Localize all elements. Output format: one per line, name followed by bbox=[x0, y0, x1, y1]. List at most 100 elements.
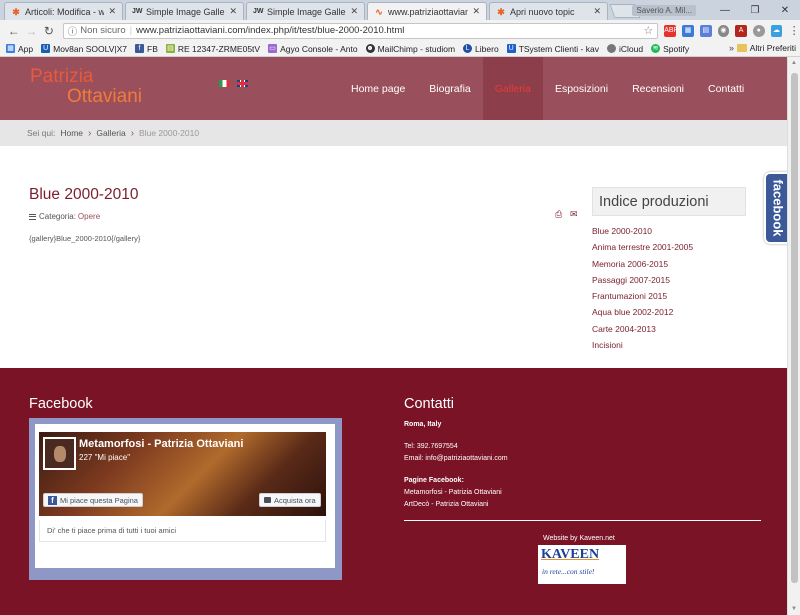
sidebar-item[interactable]: Carte 2004-2013 bbox=[592, 321, 693, 337]
close-icon[interactable]: ✕ bbox=[229, 6, 237, 17]
browser-tab-simple-gallery-2[interactable]: JW Simple Image Gallery - Jo ✕ bbox=[246, 2, 365, 20]
sidebar-item[interactable]: Passaggi 2007-2015 bbox=[592, 272, 693, 288]
close-icon[interactable]: ✕ bbox=[593, 6, 601, 17]
facebook-icon: f bbox=[48, 495, 57, 505]
sidebar-item[interactable]: Anima terrestre 2001-2005 bbox=[592, 239, 693, 255]
scroll-down-icon[interactable]: ▼ bbox=[791, 606, 797, 612]
print-icon[interactable]: ⎙ bbox=[555, 210, 564, 219]
sidebar-item[interactable]: Frantumazioni 2015 bbox=[592, 288, 693, 304]
site-header: Patrizia Ottaviani Home page Biografia G… bbox=[0, 57, 787, 120]
extension-icon[interactable]: ◉ bbox=[717, 24, 730, 37]
browser-toolbar: ← → ↻ ⓘ Non sicuro | www.patriziaottavia… bbox=[0, 20, 800, 41]
star-icon[interactable]: ☆ bbox=[643, 24, 653, 37]
website-credit[interactable]: Website by Kaveen.net bbox=[543, 535, 615, 542]
english-flag-icon[interactable] bbox=[237, 80, 248, 87]
bookmark-item[interactable]: ▤ RE 12347-ZRME05tV bbox=[165, 44, 260, 54]
reload-icon[interactable]: ↻ bbox=[41, 24, 57, 38]
extension-icon[interactable]: ▤ bbox=[699, 24, 712, 37]
bookmark-item[interactable]: L Libero bbox=[463, 44, 499, 54]
close-icon[interactable]: ✕ bbox=[472, 6, 480, 17]
facebook-tab-label: facebook bbox=[770, 179, 786, 237]
close-icon[interactable]: ✕ bbox=[350, 6, 358, 17]
divider: | bbox=[129, 25, 133, 36]
kaveen-logo[interactable]: KAVEEN in rete...con stile! bbox=[538, 545, 626, 584]
fb-page-name[interactable]: Metamorfosi - Patrizia Ottaviani bbox=[79, 438, 243, 450]
chevron-right-icon: › bbox=[130, 127, 135, 139]
scroll-up-icon[interactable]: ▲ bbox=[791, 60, 797, 66]
nav-galleria[interactable]: Galleria bbox=[482, 57, 543, 120]
scrollbar-thumb[interactable] bbox=[791, 73, 798, 583]
adblock-icon[interactable]: ABP bbox=[664, 24, 678, 37]
bookmark-item[interactable]: ▭ Agyo Console - Anto bbox=[268, 44, 358, 54]
fb-shop-label: Acquista ora bbox=[274, 495, 316, 505]
sidebar-item[interactable]: Blue 2000-2010 bbox=[592, 223, 693, 239]
bookmark-item[interactable]: U Mov8an SOOLV|X7 bbox=[41, 44, 127, 54]
pdf-icon[interactable]: A bbox=[735, 24, 747, 37]
fb-shop-button[interactable]: Acquista ora bbox=[259, 493, 321, 507]
browser-tab-patriziaottaviani[interactable]: ∿ www.patriziaottaviani.co ✕ bbox=[367, 2, 487, 20]
page-scrollbar[interactable]: ▲ ▼ bbox=[787, 57, 800, 615]
profile-name[interactable]: Saverio A. Mil... bbox=[632, 4, 696, 16]
close-window-icon[interactable]: ✕ bbox=[770, 5, 800, 16]
extension-icon[interactable]: ▦ bbox=[682, 24, 694, 37]
bookmark-item[interactable]: ≋ Spotify bbox=[651, 44, 689, 54]
bookmark-label: MailChimp - studiom bbox=[377, 43, 456, 54]
list-icon bbox=[29, 213, 36, 220]
document-icon: ▤ bbox=[165, 44, 175, 53]
url-text[interactable]: www.patriziaottaviani.com/index.php/it/t… bbox=[136, 25, 643, 36]
jw-icon: JW bbox=[253, 7, 264, 15]
joomla-icon: ✱ bbox=[12, 6, 20, 17]
facebook-cover[interactable]: Metamorfosi - Patrizia Ottaviani 227 "Mi… bbox=[39, 432, 326, 516]
minimize-icon[interactable]: — bbox=[710, 5, 740, 16]
browser-tab-articoli[interactable]: ✱ Articoli: Modifica - www.p ✕ bbox=[4, 2, 123, 20]
breadcrumb-current: Blue 2000-2010 bbox=[139, 128, 200, 138]
fb-pages-label: Pagine Facebook: bbox=[404, 477, 464, 484]
address-bar[interactable]: ⓘ Non sicuro | www.patriziaottaviani.com… bbox=[62, 22, 659, 39]
bookmark-item[interactable]: iCloud bbox=[606, 44, 643, 54]
cloud-icon[interactable]: ☁ bbox=[770, 24, 783, 37]
fb-like-button[interactable]: f Mi piace questa Pagina bbox=[43, 493, 143, 507]
email-icon[interactable]: ✉ bbox=[570, 210, 579, 219]
italian-flag-icon[interactable] bbox=[219, 80, 230, 87]
extension-icon[interactable]: ● bbox=[752, 24, 765, 37]
kaveen-tagline: in rete...con stile! bbox=[542, 567, 595, 576]
restore-icon[interactable]: ❐ bbox=[740, 5, 770, 16]
avatar[interactable] bbox=[43, 437, 76, 470]
bookmark-item[interactable]: ☻ MailChimp - studiom bbox=[365, 43, 456, 54]
nav-biografia[interactable]: Biografia bbox=[417, 57, 482, 120]
browser-tab-simple-gallery-1[interactable]: JW Simple Image Gallery No ✕ bbox=[125, 2, 244, 20]
bookmark-label: App bbox=[18, 43, 34, 54]
forward-arrow-icon[interactable]: → bbox=[24, 24, 40, 38]
site-logo[interactable]: Patrizia Ottaviani bbox=[30, 67, 142, 107]
menu-icon[interactable]: ⋮ bbox=[788, 25, 800, 37]
back-arrow-icon[interactable]: ← bbox=[6, 24, 22, 38]
category-link[interactable]: Opere bbox=[78, 212, 100, 221]
kaveen-logo-text: KAVEEN bbox=[541, 547, 600, 562]
nav-home[interactable]: Home page bbox=[339, 57, 417, 120]
nav-contatti[interactable]: Contatti bbox=[696, 57, 756, 120]
fb-page-link[interactable]: ArtDecò - Patrizia Ottaviani bbox=[404, 499, 508, 511]
footer-divider bbox=[404, 520, 761, 521]
bookmarks-overflow-icon[interactable]: » bbox=[729, 43, 734, 53]
bookmark-item[interactable]: U TSystem Clienti - kav bbox=[506, 43, 599, 54]
sidebar-item[interactable]: Incisioni bbox=[592, 337, 693, 353]
contact-email[interactable]: Email: info@patriziaottaviani.com bbox=[404, 453, 508, 465]
joomla-icon: ✱ bbox=[497, 6, 505, 17]
nav-recensioni[interactable]: Recensioni bbox=[620, 57, 696, 120]
bookmark-label: TSystem Clienti - kav bbox=[518, 43, 599, 54]
tab-label: Simple Image Gallery - Jo bbox=[267, 6, 346, 17]
bookmark-app[interactable]: ▦ App bbox=[6, 44, 33, 54]
sidebar-item[interactable]: Memoria 2006-2015 bbox=[592, 256, 693, 272]
browser-tab-apri-topic[interactable]: ✱ Apri nuovo topic ✕ bbox=[489, 2, 608, 20]
other-bookmarks[interactable]: Altri Preferiti bbox=[736, 43, 796, 53]
breadcrumb-galleria[interactable]: Galleria bbox=[96, 128, 125, 138]
nav-esposizioni[interactable]: Esposizioni bbox=[543, 57, 620, 120]
fb-page-link[interactable]: Metamorfosi - Patrizia Ottaviani bbox=[404, 487, 508, 499]
bookmark-item[interactable]: f FB bbox=[135, 44, 158, 54]
breadcrumb-home[interactable]: Home bbox=[60, 128, 83, 138]
contact-phone[interactable]: Tel: 392.7697554 bbox=[404, 441, 508, 453]
sidebar-item[interactable]: Aqua blue 2002-2012 bbox=[592, 304, 693, 320]
info-icon[interactable]: ⓘ bbox=[68, 24, 78, 38]
close-icon[interactable]: ✕ bbox=[108, 6, 116, 17]
tab-label: Simple Image Gallery No bbox=[146, 6, 225, 17]
